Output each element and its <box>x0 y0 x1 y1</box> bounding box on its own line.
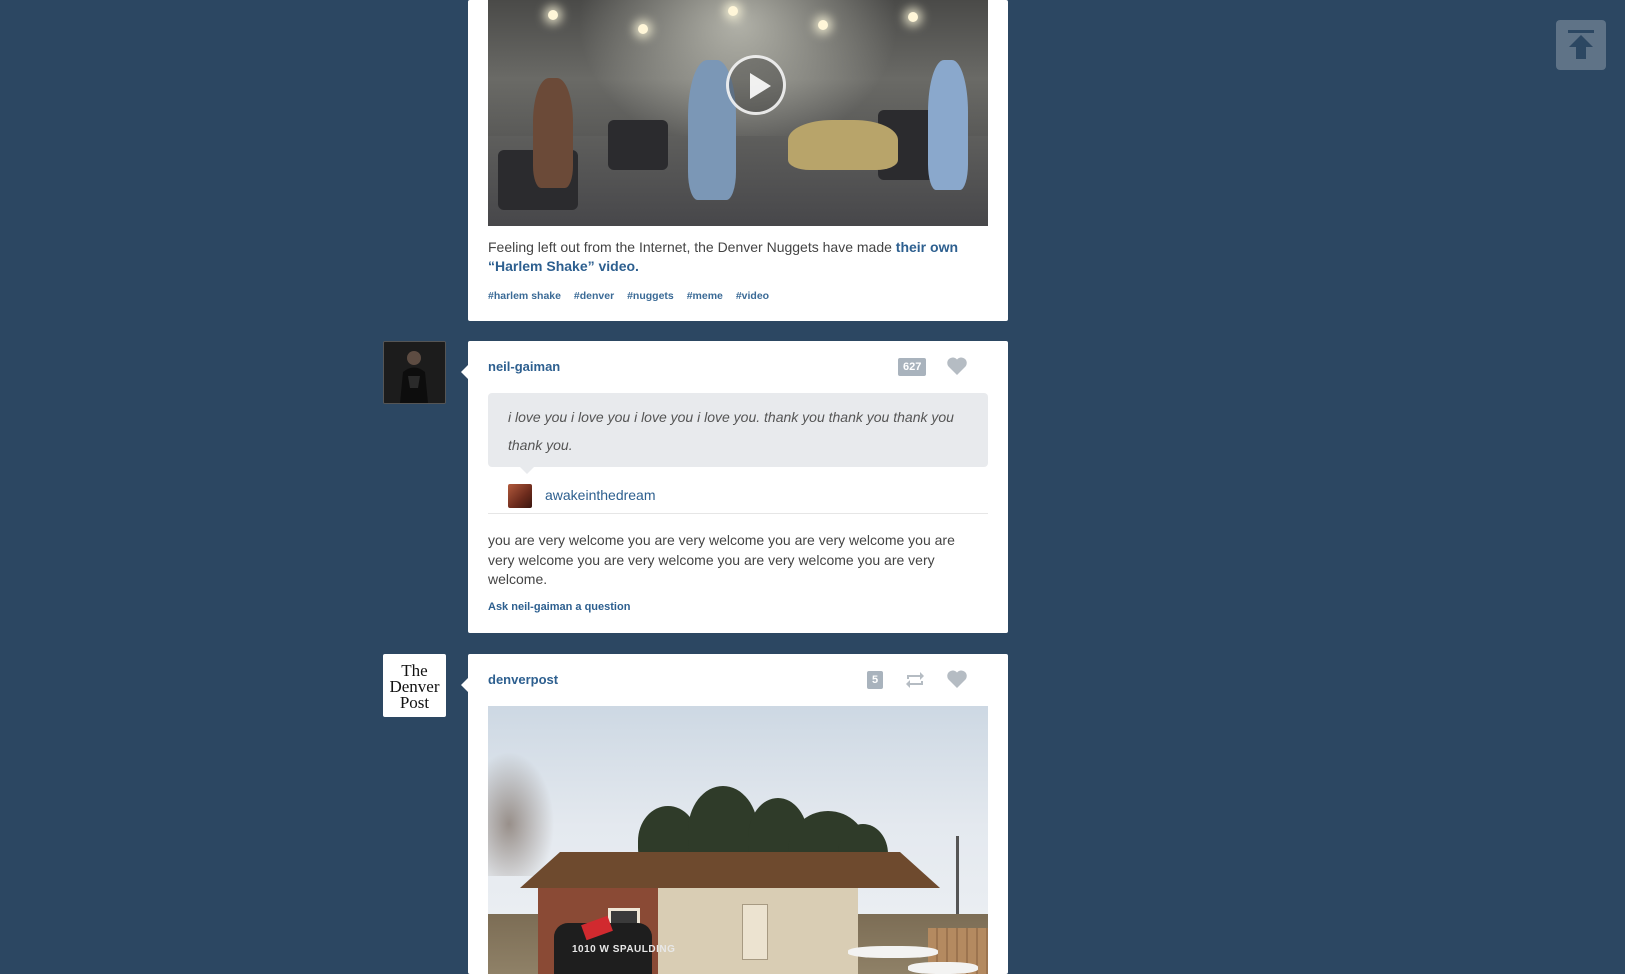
play-icon <box>750 73 771 99</box>
notes-count-badge[interactable]: 627 <box>898 358 927 376</box>
answer-text: you are very welcome you are very welcom… <box>488 532 955 587</box>
photo-post: denverpost 5 1010 W SPAULDING <box>461 654 1008 974</box>
video-thumbnail[interactable] <box>488 0 988 226</box>
video-post: Feeling left out from the Internet, the … <box>468 0 1008 321</box>
ceiling-light <box>638 24 648 34</box>
ceiling-light <box>908 12 918 22</box>
heart-icon <box>947 357 967 375</box>
question-bubble: i love you i love you i love you i love … <box>488 393 988 467</box>
post-photo-image[interactable]: 1010 W SPAULDING <box>488 706 988 974</box>
video-caption: Feeling left out from the Internet, the … <box>488 238 988 276</box>
scroll-to-top-button[interactable] <box>1556 20 1606 70</box>
avatar-denverpost[interactable]: The Denver Post <box>383 654 446 717</box>
tag-video[interactable]: #video <box>736 290 769 302</box>
reblog-button[interactable] <box>904 670 926 690</box>
post-username[interactable]: neil-gaiman <box>488 359 560 374</box>
post-username[interactable]: denverpost <box>488 672 558 687</box>
snow-patch <box>848 946 938 958</box>
ask-question-link[interactable]: Ask neil-gaiman a question <box>488 601 630 613</box>
logo-line-post: Post <box>399 693 430 712</box>
house-roof <box>520 852 940 888</box>
heart-icon <box>947 670 967 688</box>
denver-post-logo: The Denver Post <box>383 662 446 712</box>
divider <box>488 513 988 514</box>
tag-list: #harlem shake #denver #nuggets #meme #vi… <box>488 290 779 302</box>
avatar-pointer <box>461 678 468 692</box>
ceiling-light <box>818 20 828 30</box>
snow-patch <box>908 962 978 974</box>
house-door <box>742 904 768 960</box>
person-figure <box>788 120 898 170</box>
play-button[interactable] <box>726 55 786 115</box>
asker-name[interactable]: awakeinthedream <box>545 487 656 503</box>
portrait-image <box>384 342 445 403</box>
caption-text: Feeling left out from the Internet, the … <box>488 239 896 255</box>
person-figure <box>533 78 573 188</box>
tag-meme[interactable]: #meme <box>687 290 723 302</box>
mailbox-label: 1010 W SPAULDING <box>572 944 676 955</box>
tag-denver[interactable]: #denver <box>574 290 614 302</box>
ceiling-light <box>728 6 738 16</box>
avatar-pointer <box>461 365 468 379</box>
reblog-icon <box>906 672 924 688</box>
notes-count-badge[interactable]: 5 <box>867 671 884 689</box>
tag-nuggets[interactable]: #nuggets <box>627 290 674 302</box>
arrow-up-icon <box>1568 30 1594 59</box>
gym-machine <box>608 120 668 170</box>
tag-harlem-shake[interactable]: #harlem shake <box>488 290 561 302</box>
person-figure <box>928 60 968 190</box>
like-button[interactable] <box>946 669 968 689</box>
answer-post: neil-gaiman 627 i love you i love you i … <box>461 341 1008 633</box>
question-bubble-tail <box>520 467 534 474</box>
asker-avatar[interactable] <box>508 484 532 508</box>
like-button[interactable] <box>946 356 968 376</box>
ceiling-light <box>548 10 558 20</box>
avatar-neil-gaiman[interactable] <box>383 341 446 404</box>
